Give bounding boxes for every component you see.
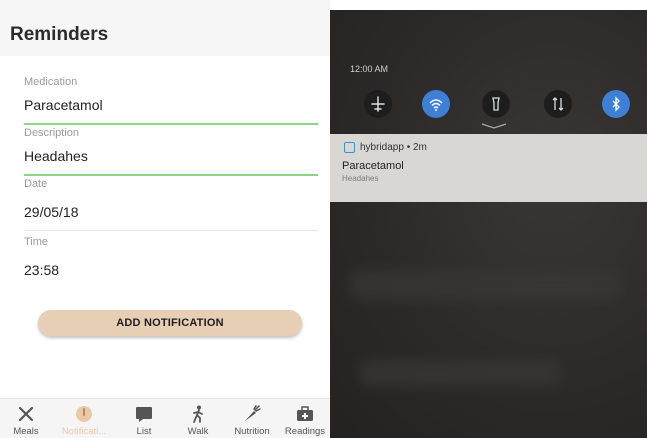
flashlight-icon bbox=[492, 97, 500, 111]
description-field[interactable]: Description Headahes bbox=[24, 127, 318, 176]
bluetooth-toggle[interactable] bbox=[602, 90, 630, 118]
cutlery-icon bbox=[17, 405, 35, 423]
medication-label: Medication bbox=[24, 76, 78, 88]
airplane-icon bbox=[371, 96, 385, 112]
page-title: Reminders bbox=[10, 24, 109, 45]
date-input[interactable]: 29/05/18 bbox=[24, 204, 318, 220]
tab-meals[interactable]: Meals bbox=[0, 399, 52, 438]
list-icon bbox=[135, 405, 153, 423]
notification-card[interactable]: hybridapp • 2m Paracetamol Headahes bbox=[330, 134, 647, 202]
tab-readings[interactable]: Readings bbox=[280, 399, 330, 438]
tab-label: Nutrition bbox=[234, 426, 270, 437]
date-field[interactable]: Date 29/05/18 bbox=[24, 178, 318, 231]
notification-title: Paracetamol bbox=[342, 160, 404, 172]
medkit-icon bbox=[296, 405, 314, 423]
expand-handle-icon[interactable] bbox=[480, 122, 508, 130]
mobile-data-toggle[interactable] bbox=[544, 90, 572, 118]
app-icon bbox=[344, 142, 355, 153]
tab-list[interactable]: List bbox=[116, 399, 172, 438]
tab-notifications[interactable]: Notificati... bbox=[52, 399, 116, 438]
phone-notification-photo: 12:00 AM hybridapp • 2m Paracetamol Head… bbox=[330, 10, 647, 438]
description-underline bbox=[24, 174, 318, 176]
blurred-reflection bbox=[360, 360, 560, 386]
tab-label: Meals bbox=[13, 426, 39, 437]
date-underline bbox=[24, 230, 318, 231]
phone-clock: 12:00 AM bbox=[350, 64, 389, 74]
description-label: Description bbox=[24, 127, 80, 139]
data-arrows-icon bbox=[552, 97, 564, 111]
bottom-tab-bar: Meals Notificati... List Walk Nutrition bbox=[0, 398, 330, 438]
time-field[interactable]: Time 23:58 bbox=[24, 236, 318, 278]
medication-input[interactable]: Paracetamol bbox=[24, 97, 318, 113]
tab-label: List bbox=[136, 426, 152, 437]
time-input[interactable]: 23:58 bbox=[24, 262, 318, 278]
description-input[interactable]: Headahes bbox=[24, 148, 318, 164]
flashlight-toggle[interactable] bbox=[482, 90, 510, 118]
notification-text: Headahes bbox=[342, 174, 379, 183]
wifi-toggle[interactable] bbox=[422, 90, 450, 118]
tab-label: Notificati... bbox=[61, 426, 107, 437]
notification-app-name: hybridapp • 2m bbox=[360, 142, 427, 153]
date-label: Date bbox=[24, 178, 48, 190]
add-notification-button[interactable]: ADD NOTIFICATION bbox=[38, 310, 302, 336]
notification-icon bbox=[75, 405, 93, 423]
tab-nutrition[interactable]: Nutrition bbox=[224, 399, 280, 438]
reminder-form: Medication Paracetamol Description Heada… bbox=[0, 56, 330, 400]
wifi-icon bbox=[429, 99, 443, 111]
time-label: Time bbox=[24, 236, 49, 248]
airplane-toggle[interactable] bbox=[364, 90, 392, 118]
medication-underline bbox=[24, 123, 318, 125]
tab-walk[interactable]: Walk bbox=[172, 399, 224, 438]
medication-field[interactable]: Medication Paracetamol bbox=[24, 76, 318, 125]
blurred-reflection bbox=[350, 270, 620, 300]
bluetooth-icon bbox=[612, 96, 620, 112]
tab-label: Readings bbox=[284, 426, 326, 437]
app-screen: Reminders Medication Paracetamol Descrip… bbox=[0, 0, 330, 438]
tab-label: Walk bbox=[187, 426, 209, 437]
walk-icon bbox=[189, 405, 207, 423]
carrot-icon bbox=[243, 405, 261, 423]
app-header: Reminders bbox=[0, 0, 330, 56]
